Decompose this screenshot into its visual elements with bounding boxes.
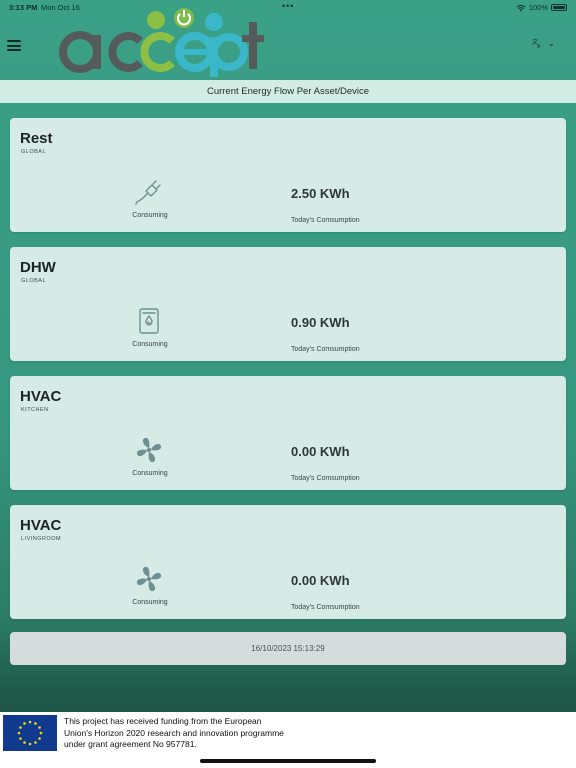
funding-text: This project has received funding from t…: [64, 716, 294, 751]
asset-location: LIVINGROOM: [21, 536, 62, 542]
asset-name: Rest: [20, 130, 53, 147]
eu-star-icon: [28, 742, 32, 746]
funding-line: under grant agreement No 957781.: [64, 739, 197, 749]
funding-line: This project has received funding from t…: [64, 716, 262, 726]
last-updated-timestamp: 16/10/2023 15:13:29: [10, 632, 566, 665]
asset-name: HVAC: [20, 517, 62, 534]
svg-text:A: A: [537, 44, 541, 48]
eu-star-icon: [19, 737, 22, 740]
eu-star-icon: [23, 741, 26, 744]
consumption-value: 0.00 KWh: [291, 444, 350, 459]
asset-location: GLOBAL: [21, 278, 47, 284]
chevron-down-icon: ⌄: [548, 38, 555, 48]
asset-location: GLOBAL: [21, 149, 47, 155]
eu-star-icon: [34, 741, 37, 744]
consumption-label: Today's Comsumption: [291, 346, 360, 353]
consumption-value: 0.00 KWh: [291, 573, 350, 588]
asset-state: Consuming: [132, 470, 168, 477]
plug-icon: [135, 180, 161, 205]
asset-state: Consuming: [132, 599, 168, 606]
consumption-label: Today's Comsumption: [291, 475, 360, 482]
eu-star-icon: [34, 722, 37, 725]
consumption-label: Today's Comsumption: [291, 217, 360, 224]
asset-card-rest[interactable]: Rest GLOBAL Consuming 2.50 KWh Today's C…: [10, 118, 566, 232]
translate-icon: 文 A: [532, 38, 541, 48]
asset-location: KITCHEN: [21, 407, 49, 413]
funding-footer: This project has received funding from t…: [0, 712, 576, 768]
asset-name: DHW: [20, 259, 56, 276]
asset-card-hvac-livingroom[interactable]: HVAC LIVINGROOM Consuming 0.00 KWh Today…: [10, 505, 566, 619]
eu-star-icon: [38, 726, 41, 729]
funding-line: Union's Horizon 2020 research and innova…: [64, 727, 284, 738]
home-indicator[interactable]: [200, 759, 376, 763]
eu-flag-icon: [3, 715, 57, 751]
asset-state: Consuming: [132, 212, 168, 219]
asset-state: Consuming: [132, 341, 168, 348]
consumption-label: Today's Comsumption: [291, 604, 360, 611]
eu-star-icon: [17, 731, 21, 735]
asset-card-dhw[interactable]: DHW GLOBAL Consuming 0.90 KWh Today's Co…: [10, 247, 566, 361]
app-header: 文 A ⌄: [0, 0, 576, 80]
eu-star-icon: [28, 720, 32, 724]
fan-icon: [136, 566, 162, 592]
hamburger-menu-icon[interactable]: [7, 40, 21, 51]
eu-star-icon: [38, 737, 41, 740]
asset-list: Rest GLOBAL Consuming 2.50 KWh Today's C…: [10, 118, 566, 634]
eu-star-icon: [19, 726, 22, 729]
eu-star-icon: [23, 722, 26, 725]
water-heater-icon: [139, 308, 159, 334]
asset-name: HVAC: [20, 388, 62, 405]
page-title: Current Energy Flow Per Asset/Device: [0, 80, 576, 103]
eu-star-icon: [39, 731, 43, 735]
consumption-value: 2.50 KWh: [291, 186, 350, 201]
accept-logo: [59, 8, 264, 77]
consumption-value: 0.90 KWh: [291, 315, 350, 330]
language-selector[interactable]: 文 A ⌄: [532, 38, 555, 48]
asset-card-hvac-kitchen[interactable]: HVAC KITCHEN Consuming 0.00 KWh Today's …: [10, 376, 566, 490]
fan-icon: [136, 437, 162, 463]
